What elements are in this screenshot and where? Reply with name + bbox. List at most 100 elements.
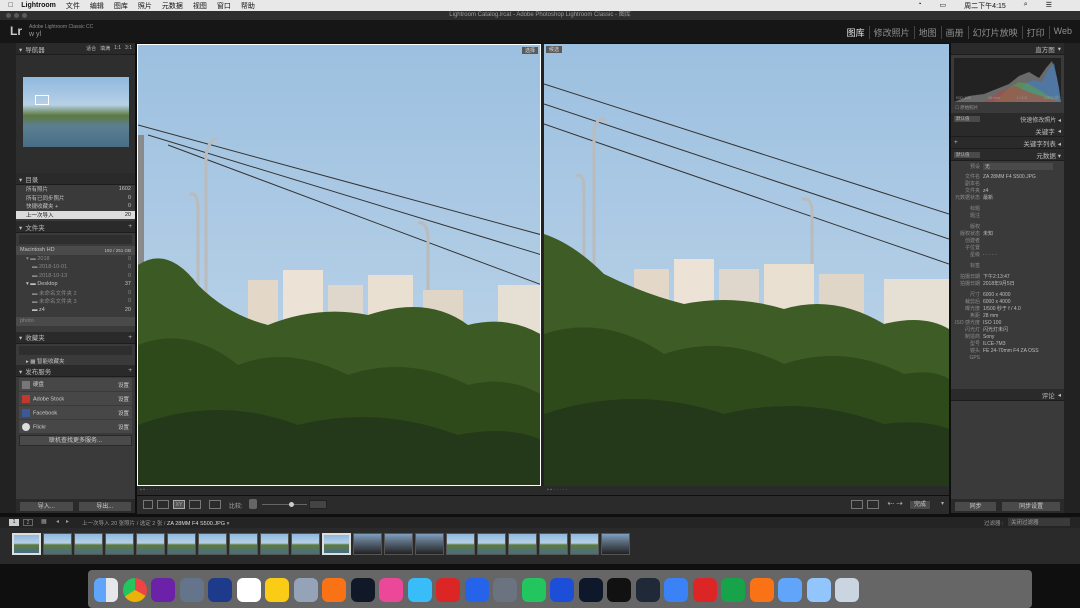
- menu-clock[interactable]: 周二下午4:15: [964, 1, 1006, 11]
- zoom-1-1[interactable]: 1:1: [114, 45, 121, 52]
- zoom-window-button[interactable]: [22, 13, 27, 18]
- music-icon[interactable]: [379, 578, 403, 602]
- metadata-row[interactable]: 闪光灯 闪光灯未闪: [951, 326, 1064, 333]
- telegram-icon[interactable]: [407, 578, 432, 602]
- original-photo-checkbox[interactable]: ☐ 原始照片: [951, 105, 1064, 113]
- add-collection-icon[interactable]: +: [128, 334, 132, 341]
- metadata-preset-row[interactable]: 预设无: [951, 163, 1064, 170]
- metadata-row[interactable]: 型号 ILCE-7M3: [951, 340, 1064, 348]
- metadata-row[interactable]: 题注: [951, 212, 1064, 219]
- folders-header[interactable]: ▾ 文件夹 +: [16, 221, 135, 233]
- publish-row-adobe-stock[interactable]: Adobe Stock 设置: [19, 392, 132, 405]
- grid-icon[interactable]: ▦: [41, 518, 47, 525]
- saved-preset-select[interactable]: 默认值: [954, 116, 980, 122]
- module-library[interactable]: 图库: [843, 26, 869, 39]
- select-stars[interactable]: ▪ ▪ · · · · ·: [140, 487, 160, 493]
- prev-next-arrows-icon[interactable]: ⇠ ⇢: [887, 499, 903, 508]
- notification-icon[interactable]: ☰: [1046, 1, 1052, 11]
- publish-row-facebook[interactable]: Facebook 设置: [19, 406, 132, 419]
- menu-item-help[interactable]: 帮助: [241, 1, 255, 11]
- navigator-zoom-rect[interactable]: [35, 95, 49, 105]
- add-keyword-icon[interactable]: +: [954, 139, 958, 146]
- candidate-stars[interactable]: ▪ ▪ · · · · ·: [547, 487, 567, 493]
- catalog-row[interactable]: 快捷收藏夹 + 0: [16, 202, 135, 211]
- menu-item-photo[interactable]: 照片: [138, 1, 152, 11]
- publish-row-hard-drive[interactable]: 硬盘 设置: [19, 378, 132, 391]
- metadata-row[interactable]: 副本名: [951, 180, 1064, 187]
- metadata-row[interactable]: 曝光度 1/500 秒于 f / 4.0: [951, 305, 1064, 312]
- menu-item-view[interactable]: 视图: [193, 1, 207, 11]
- candidate-photo[interactable]: 候选: [544, 44, 949, 486]
- search-icon[interactable]: ⌕: [1024, 1, 1028, 11]
- chrome-icon[interactable]: [122, 578, 147, 602]
- filter-select[interactable]: 关闭过滤器: [1008, 518, 1070, 526]
- folder-row[interactable]: ▾ ▬ Desktop 37: [16, 280, 135, 289]
- prefs-icon[interactable]: [493, 578, 517, 602]
- quick-develop-header[interactable]: 默认值 快速修改照片 ◂: [951, 113, 1064, 125]
- photos-icon[interactable]: [322, 578, 346, 602]
- word-icon[interactable]: [550, 578, 574, 602]
- folder-row[interactable]: ▬ 未命名文件夹 3 0: [16, 297, 135, 306]
- filmstrip-thumbnail[interactable]: [136, 533, 165, 555]
- filmstrip-thumbnail[interactable]: [260, 533, 289, 555]
- finder-icon[interactable]: [94, 578, 118, 602]
- filmstrip-thumbnail[interactable]: [167, 533, 196, 555]
- metadata-row[interactable]: 裁剪后 6000 x 4000: [951, 298, 1064, 306]
- publish-setup-button[interactable]: 设置: [118, 381, 129, 389]
- qq-icon[interactable]: [607, 578, 631, 602]
- comments-header[interactable]: 评论 ◂: [951, 389, 1064, 401]
- swap-icon[interactable]: [851, 500, 863, 509]
- select-photo[interactable]: 选择: [137, 44, 541, 486]
- fcp-icon[interactable]: [350, 578, 375, 602]
- filmstrip-thumbnail[interactable]: [446, 533, 475, 555]
- module-book[interactable]: 画册: [940, 26, 968, 39]
- make-select-icon[interactable]: [867, 500, 879, 509]
- notes-icon[interactable]: [265, 578, 289, 602]
- close-window-button[interactable]: [6, 13, 11, 18]
- metadata-row[interactable]: 尺寸 6000 x 4000: [951, 291, 1064, 299]
- folder-row[interactable]: ▬ z4 20: [16, 306, 135, 315]
- filmstrip-thumbnail[interactable]: [353, 533, 382, 555]
- filmstrip-thumbnail[interactable]: [198, 533, 227, 555]
- metadata-row[interactable]: 子位置: [951, 244, 1064, 251]
- filmstrip-thumbnail[interactable]: [229, 533, 258, 555]
- filmstrip-thumbnail[interactable]: [43, 533, 72, 555]
- filmstrip-thumbnail[interactable]: [105, 533, 134, 555]
- publish-row-flickr[interactable]: Flickr 设置: [19, 420, 132, 433]
- catalog-row[interactable]: 所有已同步照片 0: [16, 194, 135, 203]
- filmstrip-thumbnail[interactable]: [74, 533, 103, 555]
- module-print[interactable]: 打印: [1021, 26, 1049, 39]
- forward-arrow-icon[interactable]: ▸: [66, 518, 69, 525]
- sync-settings-button[interactable]: 同步设置: [1001, 501, 1061, 512]
- export-button[interactable]: 导出...: [77, 501, 132, 512]
- metadata-row[interactable]: 创建者: [951, 237, 1064, 244]
- metadata-row[interactable]: 拍摄日期 2018年9月5日: [951, 280, 1064, 287]
- keyword-list-header[interactable]: + 关键字列表 ◂: [951, 137, 1064, 149]
- metadata-row[interactable]: ISO 感光度 ISO 100: [951, 319, 1064, 327]
- publish-setup-button[interactable]: 设置: [118, 395, 129, 403]
- metadata-row[interactable]: 版权状态 未知: [951, 230, 1064, 237]
- menu-item-library[interactable]: 图库: [114, 1, 128, 11]
- lock-icon[interactable]: [249, 499, 257, 509]
- navigator-header[interactable]: ▾ 导航器 适合 填满 1:1 3:1: [16, 43, 135, 55]
- siri-icon[interactable]: [151, 578, 175, 602]
- folder-filter-input[interactable]: [19, 235, 132, 244]
- module-develop[interactable]: 修改照片: [868, 26, 914, 39]
- acrobat-icon[interactable]: [692, 578, 717, 602]
- survey-view-icon[interactable]: [189, 500, 201, 509]
- left-edge-collapse[interactable]: [0, 43, 16, 513]
- compare-view-icon[interactable]: XY: [173, 500, 185, 509]
- collection-filter-input[interactable]: [19, 345, 132, 355]
- navigator-thumbnail[interactable]: [23, 77, 129, 147]
- publish-header[interactable]: ▾ 发布服务 +: [16, 365, 135, 377]
- trash-icon[interactable]: [835, 578, 859, 602]
- sync-button[interactable]: [309, 500, 327, 509]
- metadata-row[interactable]: 文件名 ZA 28MM F4 S500.JPG: [951, 173, 1064, 181]
- metadata-row[interactable]: 焦距 28 mm: [951, 312, 1064, 320]
- find-more-services-button[interactable]: 联机查找更多服务...: [19, 435, 132, 446]
- metadata-row[interactable]: 标签: [951, 262, 1064, 269]
- keywording-header[interactable]: 关键字 ◂: [951, 125, 1064, 137]
- calendar-icon[interactable]: [236, 578, 261, 602]
- zoom-3-1[interactable]: 3:1: [125, 45, 132, 52]
- downloads-icon[interactable]: [806, 578, 831, 602]
